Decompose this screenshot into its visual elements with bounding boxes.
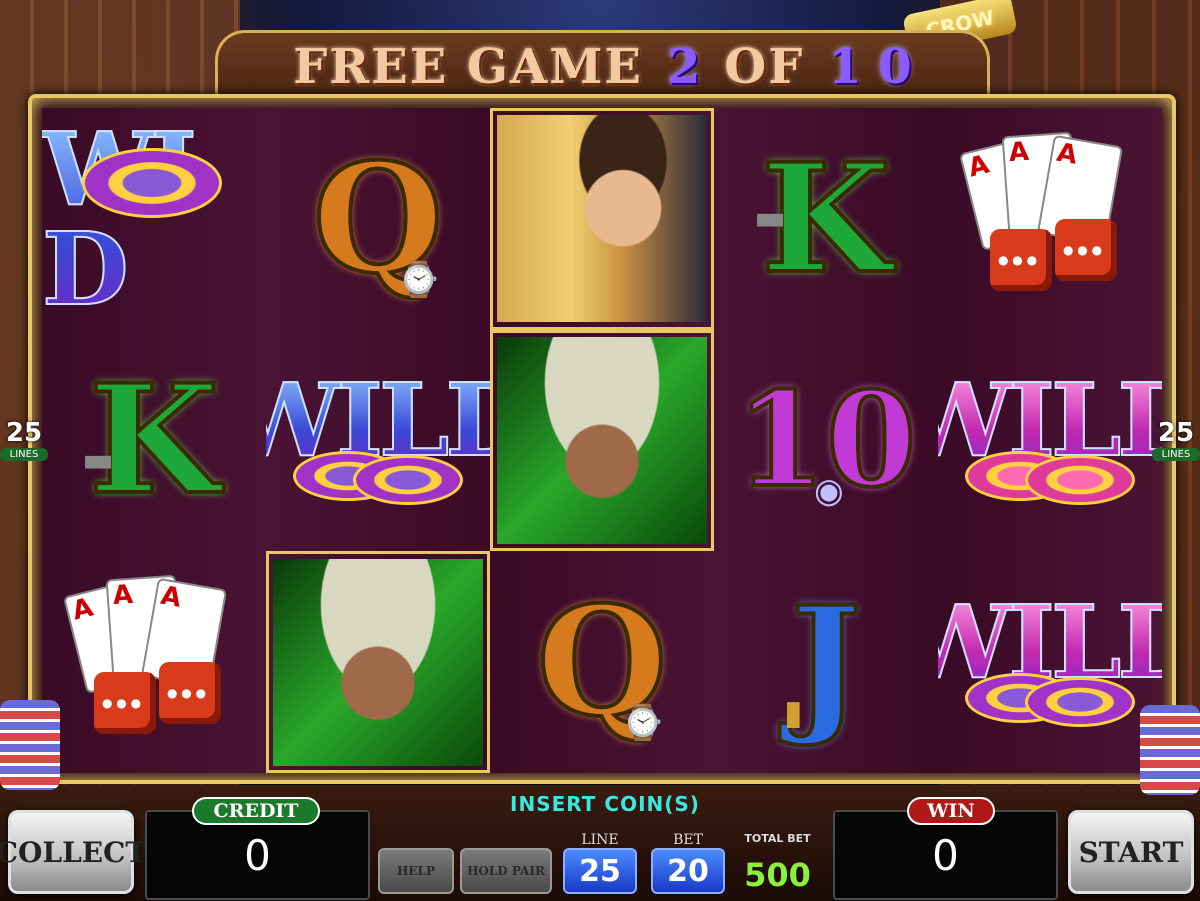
reel-cell-r1c4-k: K ▬ (714, 108, 938, 330)
bet-label: BET (673, 832, 703, 848)
reel-cell-r2c4-ten: 10 ◉ (714, 330, 938, 552)
dice-icon (1055, 218, 1117, 281)
total-bet-label: TOTAL BET (744, 832, 811, 845)
chip-stack-right (1140, 705, 1200, 795)
hold-pair-button[interactable]: HOLD PAIR (460, 848, 552, 894)
tommy-gun-icon: ▬ (754, 198, 787, 238)
start-button[interactable]: START (1068, 810, 1194, 894)
dice-icon (94, 672, 156, 735)
reel-cell-r1c1-wild: WI D (42, 108, 266, 330)
reel-cell-r3c1-cards: A A A (42, 551, 266, 773)
collect-button[interactable]: COLLECT (0, 810, 146, 894)
watch-icon: ⌚ (621, 703, 664, 743)
reel-cell-r1c2-q: Q ⌚ (266, 108, 490, 330)
chips-group (965, 673, 1135, 733)
reel-cell-r1c3-detective (490, 108, 714, 330)
reel-cell-r1c5-cards: A A A (938, 108, 1162, 330)
dice-icon (159, 662, 221, 725)
chip-icon (82, 148, 222, 218)
cards-dice-symbol: A A A (62, 574, 244, 747)
free-game-banner: FREE GAME 2 OF 1 0 (215, 30, 990, 100)
dice-icon (990, 228, 1052, 291)
tommy-gun-icon: ▬ (82, 439, 115, 480)
gangster-symbol (273, 558, 483, 766)
lines-number: 25 (1157, 418, 1195, 448)
lines-badge-left: 25 LINES (0, 418, 48, 461)
chip-icon (353, 455, 463, 506)
reel-cell-r3c3-q: Q ⌚ (490, 551, 714, 773)
detective-symbol (497, 115, 707, 323)
cards-dice-symbol: A A A (958, 131, 1140, 304)
reel-cell-r2c3-gangster (490, 329, 714, 552)
bullet-icon: ▮ (784, 693, 803, 733)
win-label: WIN (907, 797, 995, 825)
lines-number: 25 (5, 418, 43, 448)
chips-group (965, 451, 1135, 511)
lines-label: LINES (0, 448, 48, 461)
win-value: 0 (932, 830, 959, 880)
chips-group (293, 451, 463, 511)
reel-cell-r3c4-j: J ▮ (714, 551, 938, 773)
reel-cell-r2c5-wild: WILD (938, 330, 1162, 552)
reel-cell-r2c2-wild: WILD (266, 330, 490, 552)
lines-badge-right: 25 LINES (1152, 418, 1200, 461)
chip-stack-left (0, 700, 60, 790)
reel-cell-r2c1-k: K ▬ (42, 330, 266, 552)
chip-icon (1025, 455, 1135, 506)
bet-select-button[interactable]: 20 (651, 848, 725, 894)
reel-grid: WI D Q ⌚ K ▬ A A A K ▬ WILD 10 (42, 108, 1162, 773)
chip-icon (1025, 677, 1135, 727)
free-game-current: 2 (667, 38, 701, 95)
free-game-total: 1 0 (828, 38, 912, 95)
line-select-button[interactable]: 25 (563, 848, 637, 894)
gangster-symbol (497, 336, 707, 544)
watch-icon: ⌚ (397, 259, 440, 300)
line-label: LINE (581, 832, 619, 848)
total-bet-value: 500 (744, 856, 811, 894)
insert-coin-message: INSERT COIN(S) (510, 792, 700, 816)
credit-label: CREDIT (192, 797, 320, 825)
lines-label: LINES (1152, 448, 1200, 461)
credit-value: 0 (244, 830, 271, 880)
reel-cell-r3c5-wild: WILD (938, 551, 1162, 773)
reel-cell-r3c2-gangster (266, 551, 490, 773)
free-game-of: OF (724, 38, 805, 95)
help-button[interactable]: HELP (378, 848, 454, 894)
ring-icon: ◉ (814, 471, 844, 512)
free-game-label: FREE GAME (293, 38, 643, 95)
